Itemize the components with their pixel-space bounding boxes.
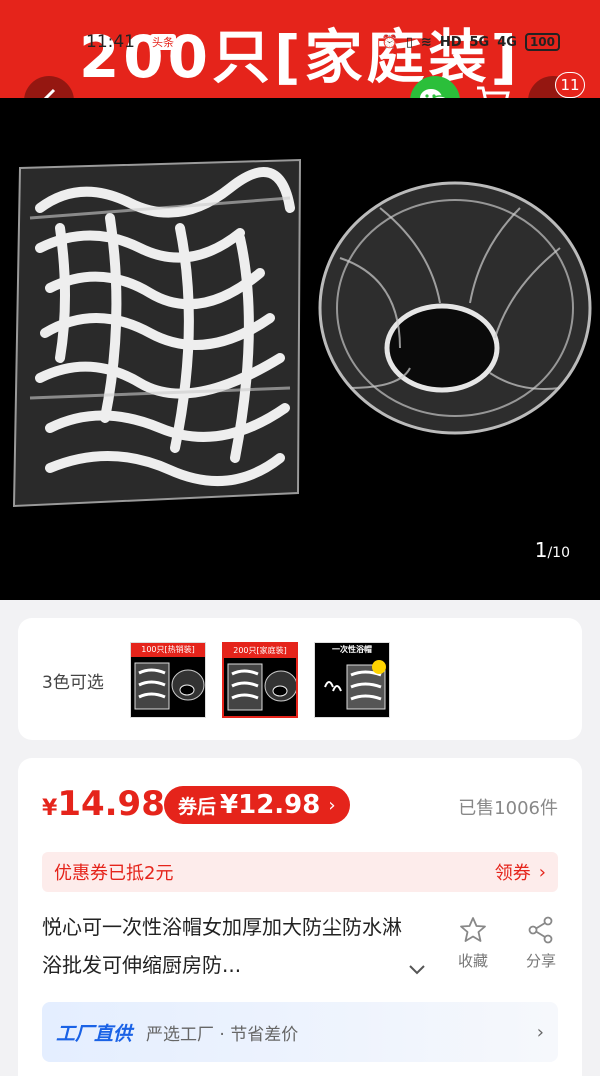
page-total: /10: [547, 545, 570, 561]
favorite-label: 收藏: [457, 952, 488, 970]
price-currency: ¥: [42, 796, 58, 821]
claim-coupon-label: 领券: [494, 863, 531, 884]
variant-thumb-image: [134, 662, 205, 710]
variant-thumb-selected[interactable]: 200只[家庭装]: [222, 642, 298, 718]
price: ¥14.98: [42, 784, 165, 824]
coupon-price-value: ¥12.98: [220, 790, 321, 820]
claim-coupon-link[interactable]: 领券 ›: [495, 859, 546, 885]
image-page-indicator: 1/10: [535, 538, 570, 562]
signal-4g-icon: 4G: [497, 34, 517, 50]
signal-5g-icon: 5G: [469, 34, 490, 50]
variant-count-label: 3色可选: [42, 673, 104, 693]
coupon-applied-text: 优惠券已抵2元: [54, 863, 174, 884]
variant-thumb-label: 100只[热销装]: [131, 643, 205, 657]
share-button[interactable]: 分享: [516, 916, 566, 971]
variant-selector-card[interactable]: 3色可选 100只[热销装] 200只[家庭装] 一次性浴帽: [18, 618, 582, 740]
alarm-icon: ⏰: [381, 34, 398, 50]
product-photo: [0, 98, 600, 600]
expand-title-chevron-icon[interactable]: [408, 960, 426, 981]
status-bar: 11:41 头条 ⏰ ▯ ≋ HD 5G 4G 100: [0, 28, 600, 56]
page-current: 1: [534, 538, 548, 562]
variant-thumb-label: 一次性浴帽: [315, 643, 389, 657]
favorite-button[interactable]: 收藏: [448, 916, 498, 971]
share-label: 分享: [525, 952, 556, 970]
status-icons: ⏰ ▯ ≋ HD 5G 4G 100: [382, 33, 560, 51]
product-info-card: ¥14.98 券后 ¥12.98 › 已售1006件 优惠券已抵2元 领券 › …: [18, 758, 582, 1076]
battery-icon: 100: [524, 33, 560, 51]
hd-icon: HD: [439, 34, 462, 50]
star-icon: [460, 917, 486, 942]
product-title: 悦心可一次性浴帽女加厚加大防尘防水淋浴批发可伸缩厨房防...: [42, 915, 402, 977]
share-icon: [528, 916, 553, 944]
factory-tag: 工厂直供: [56, 1022, 133, 1045]
factory-direct-banner[interactable]: 工厂直供 严选工厂 · 节省差价 ›: [42, 1002, 558, 1062]
chevron-right-icon: ›: [328, 794, 336, 816]
variant-thumb-label: 200只[家庭装]: [224, 644, 296, 658]
sold-count: 已售1006件: [458, 798, 558, 819]
status-time: 11:41: [86, 32, 135, 52]
price-value: 14.98: [57, 784, 165, 824]
variant-thumb[interactable]: 一次性浴帽: [314, 642, 390, 718]
coupon-price-label: 券后: [178, 795, 217, 818]
coupon-price-button[interactable]: 券后 ¥12.98 ›: [164, 786, 350, 824]
message-count-badge: 11: [555, 72, 585, 98]
wifi-icon: ≋: [420, 34, 432, 50]
variant-thumb[interactable]: 100只[热销装]: [130, 642, 206, 718]
coupon-bar[interactable]: 优惠券已抵2元 领券 ›: [42, 852, 558, 892]
variant-thumb-image: [227, 663, 296, 711]
product-image-carousel[interactable]: 200只[家庭装] 11:41 头条 ⏰ ▯ ≋ HD 5G 4G 100 11…: [0, 0, 600, 600]
chevron-right-icon: ›: [536, 1021, 544, 1043]
variant-thumb-image: [324, 660, 386, 710]
vibrate-icon: ▯: [405, 34, 413, 50]
factory-description: 严选工厂 · 节省差价: [146, 1024, 299, 1045]
status-app-icon: 头条: [150, 34, 176, 50]
chevron-right-icon: ›: [538, 861, 546, 883]
